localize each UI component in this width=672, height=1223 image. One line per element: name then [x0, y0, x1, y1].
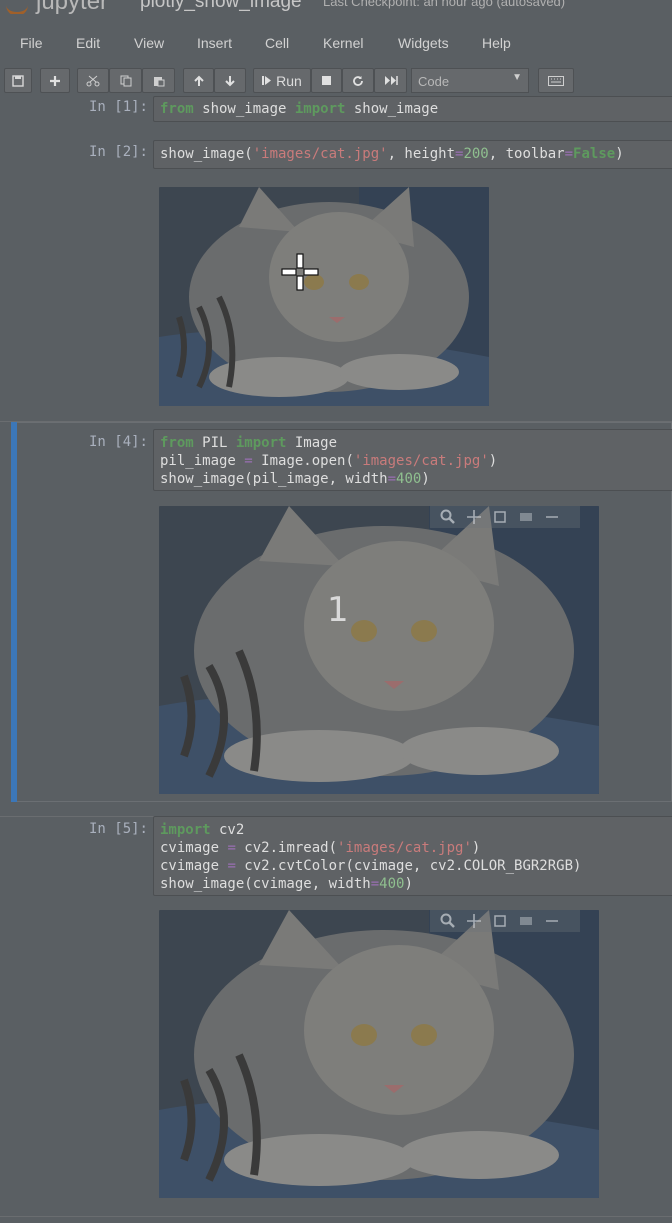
menu-insert[interactable]: Insert — [197, 35, 232, 51]
run-button-label: Run — [276, 72, 302, 89]
menu-bar: File Edit View Insert Cell Kernel Widget… — [0, 28, 672, 58]
zoom-out-icon[interactable] — [518, 509, 534, 525]
zoom-out-icon[interactable] — [518, 913, 534, 929]
plotly-modebar — [430, 910, 580, 932]
reset-axes-icon[interactable] — [544, 509, 560, 525]
selected-cell-indicator — [11, 422, 17, 802]
plotly-modebar — [430, 506, 580, 528]
autosave-status: (autosaved) — [496, 0, 566, 9]
move-up-button[interactable] — [183, 68, 214, 93]
move-down-button[interactable] — [214, 68, 246, 93]
output-image-cat[interactable] — [159, 910, 599, 1198]
notebook-header: jupyter plotly_show_image Last Checkpoin… — [0, 0, 672, 14]
copy-icon — [120, 75, 131, 86]
notebook-title[interactable]: plotly_show_image — [140, 0, 302, 13]
code-editor[interactable]: from show_image import show_image — [153, 96, 672, 122]
input-prompt: In [5]: — [88, 821, 148, 837]
cut-button[interactable] — [77, 68, 109, 93]
cell-type-select[interactable]: Code ▼ — [411, 68, 529, 93]
menu-cell[interactable]: Cell — [265, 35, 289, 51]
code-editor[interactable]: show_image('images/cat.jpg', height=200,… — [153, 140, 672, 169]
input-prompt: In [2]: — [88, 144, 148, 160]
command-palette-button[interactable] — [538, 68, 574, 93]
restart-icon — [353, 75, 363, 86]
paste-button[interactable] — [142, 68, 175, 93]
menu-widgets[interactable]: Widgets — [398, 35, 449, 51]
run-icon — [262, 76, 272, 85]
zoom-icon[interactable] — [440, 509, 456, 525]
save-button[interactable] — [4, 68, 32, 93]
cell-type-value: Code — [418, 74, 450, 89]
checkpoint-text: Last Checkpoint: an hour ago — [323, 0, 493, 9]
code-editor[interactable]: import cv2 cvimage = cv2.imread('images/… — [153, 816, 672, 896]
reset-axes-icon[interactable] — [544, 913, 560, 929]
cat-image — [159, 187, 489, 406]
jupyter-logo[interactable]: jupyter — [36, 0, 108, 14]
menu-file[interactable]: File — [20, 35, 43, 51]
input-prompt: In [1]: — [88, 99, 148, 115]
restart-button[interactable] — [342, 68, 374, 93]
menu-view[interactable]: View — [134, 35, 164, 51]
zoom-in-icon[interactable] — [492, 913, 508, 929]
menu-edit[interactable]: Edit — [76, 35, 100, 51]
cut-icon — [86, 75, 100, 86]
cell-divider — [0, 1216, 672, 1217]
stop-icon — [322, 76, 331, 85]
save-icon — [12, 74, 24, 87]
run-button[interactable]: Run — [253, 68, 311, 93]
chevron-down-icon: ▼ — [512, 72, 522, 83]
restart-run-all-button[interactable] — [374, 68, 407, 93]
plus-icon — [50, 75, 60, 86]
arrow-up-icon — [193, 75, 204, 86]
cat-image — [159, 910, 599, 1198]
output-image-cat[interactable] — [159, 506, 599, 794]
menu-kernel[interactable]: Kernel — [323, 35, 363, 51]
menu-help[interactable]: Help — [482, 35, 511, 51]
copy-button[interactable] — [109, 68, 142, 93]
paste-icon — [153, 76, 164, 86]
zoom-in-icon[interactable] — [492, 509, 508, 525]
pan-icon[interactable] — [466, 913, 482, 929]
pan-icon[interactable] — [466, 509, 482, 525]
zoom-icon[interactable] — [440, 913, 456, 929]
jupyter-logo-icon — [6, 0, 28, 14]
cat-image — [159, 506, 599, 794]
keyboard-icon — [548, 75, 564, 86]
toolbar: Run Code ▼ — [0, 66, 672, 96]
arrow-down-icon — [225, 75, 235, 86]
fast-forward-icon — [384, 76, 398, 85]
checkpoint-status: Last Checkpoint: an hour ago (autosaved) — [323, 0, 565, 9]
output-image-cat[interactable] — [159, 187, 489, 406]
insert-cell-button[interactable] — [40, 68, 70, 93]
input-prompt: In [4]: — [88, 434, 148, 450]
code-editor[interactable]: from PIL import Image pil_image = Image.… — [153, 429, 672, 491]
crosshair-cursor-icon — [281, 253, 319, 291]
interrupt-button[interactable] — [311, 68, 342, 93]
overlay-step-number: 1 — [327, 590, 349, 630]
